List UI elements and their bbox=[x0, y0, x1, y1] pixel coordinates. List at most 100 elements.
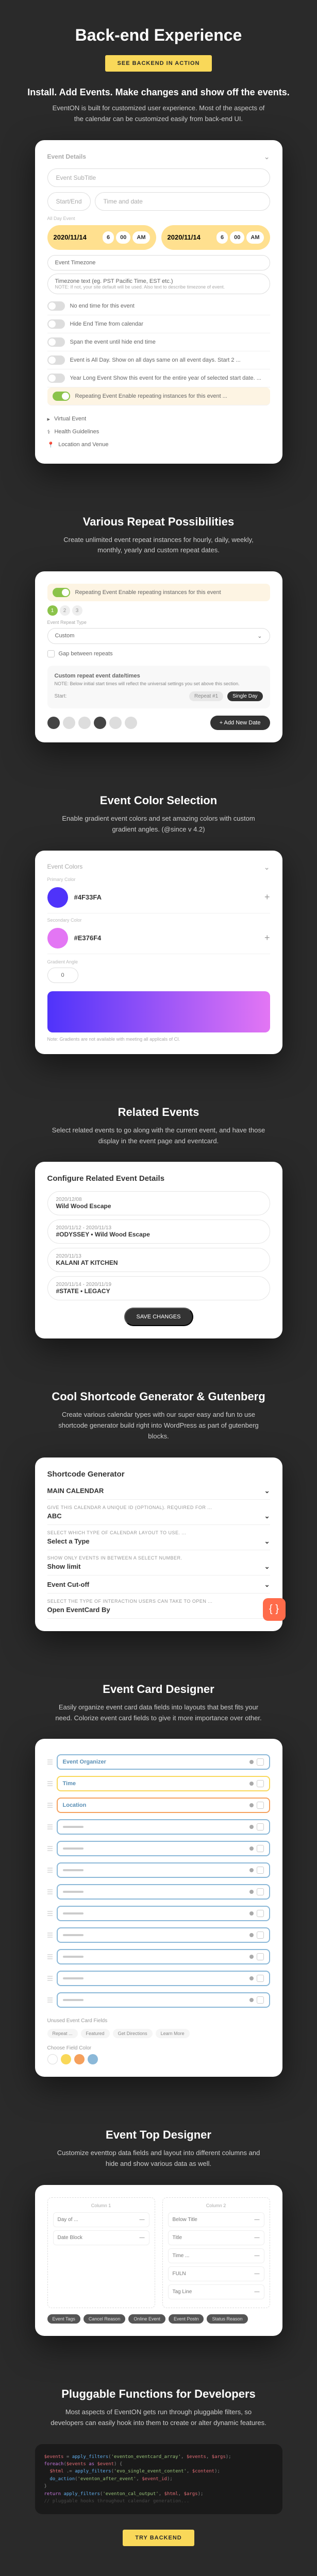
designer-row[interactable] bbox=[47, 1946, 270, 1968]
dot-5[interactable] bbox=[109, 717, 122, 729]
step-2[interactable]: 2 bbox=[60, 605, 70, 616]
collapse-icon[interactable]: ⌄ bbox=[264, 152, 270, 161]
designer-row[interactable]: Location bbox=[47, 1794, 270, 1816]
drag-handle-icon[interactable] bbox=[47, 1889, 53, 1894]
sc-field-value[interactable]: Event Cut-off⌄ bbox=[47, 1581, 270, 1594]
sc-field-value[interactable]: Show limit⌄ bbox=[47, 1563, 270, 1575]
drag-handle-icon[interactable] bbox=[47, 1824, 53, 1829]
colorpick-white[interactable] bbox=[47, 2054, 58, 2064]
top-designer-item[interactable]: Date Block— bbox=[53, 2230, 149, 2245]
top-designer-item[interactable]: Time ...— bbox=[168, 2248, 264, 2263]
try-backend-button[interactable]: TRY BACKEND bbox=[123, 2530, 194, 2546]
hide-icon[interactable]: — bbox=[140, 2235, 145, 2241]
end-hour[interactable]: 6 bbox=[216, 231, 228, 244]
drag-handle-icon[interactable] bbox=[47, 1976, 53, 1981]
unused-field-pill[interactable]: Get Directions bbox=[113, 2029, 153, 2038]
drag-handle-icon[interactable] bbox=[47, 1759, 53, 1765]
related-event-row[interactable]: 2020/11/12 - 2020/11/13#ODYSSEY • Wild W… bbox=[47, 1219, 270, 1244]
hide-icon[interactable]: — bbox=[255, 2253, 260, 2259]
sc-field-value[interactable]: Open EventCard By⌄ bbox=[47, 1606, 270, 1619]
sc-field-value[interactable]: Select a Type⌄ bbox=[47, 1537, 270, 1550]
unused-field-pill[interactable]: Repeat ... bbox=[47, 2029, 78, 2038]
visibility-checkbox[interactable] bbox=[257, 1975, 264, 1982]
designer-row[interactable] bbox=[47, 1816, 270, 1838]
hide-icon[interactable]: — bbox=[255, 2217, 260, 2223]
start-min[interactable]: 00 bbox=[116, 231, 130, 244]
designer-row[interactable]: Event Organizer bbox=[47, 1751, 270, 1773]
visibility-checkbox[interactable] bbox=[257, 1867, 264, 1874]
hide-icon[interactable]: — bbox=[255, 2271, 260, 2277]
primary-swatch[interactable] bbox=[47, 887, 68, 908]
angle-input[interactable]: 0 bbox=[47, 968, 78, 983]
sc-field-value[interactable]: ABC⌄ bbox=[47, 1512, 270, 1525]
visibility-checkbox[interactable] bbox=[257, 1802, 264, 1809]
color-dot-icon[interactable] bbox=[249, 1976, 254, 1980]
top-designer-item[interactable]: Title— bbox=[168, 2230, 264, 2245]
primary-plus-icon[interactable]: + bbox=[264, 892, 270, 903]
allday-toggle[interactable] bbox=[47, 355, 65, 365]
unused-field-pill[interactable]: Featured bbox=[81, 2029, 110, 2038]
color-dot-icon[interactable] bbox=[249, 1890, 254, 1894]
colorpick-orange[interactable] bbox=[74, 2054, 85, 2064]
start-date-box[interactable]: 6 00 AM bbox=[47, 225, 156, 250]
dot-3[interactable] bbox=[78, 717, 91, 729]
timezone-desc-input[interactable]: Timezone text (eg. PST Pacific Time, EST… bbox=[47, 274, 270, 294]
drag-handle-icon[interactable] bbox=[47, 1803, 53, 1808]
drag-handle-icon[interactable] bbox=[47, 1846, 53, 1851]
drag-handle-icon[interactable] bbox=[47, 1997, 53, 2003]
start-ampm[interactable]: AM bbox=[132, 231, 149, 244]
colors-collapse-icon[interactable]: ⌄ bbox=[264, 863, 270, 872]
end-date-box[interactable]: 6 00 AM bbox=[161, 225, 270, 250]
end-date-input[interactable] bbox=[168, 233, 209, 241]
end-ampm[interactable]: AM bbox=[246, 231, 263, 244]
visibility-checkbox[interactable] bbox=[257, 1823, 264, 1831]
color-dot-icon[interactable] bbox=[249, 1955, 254, 1959]
drag-handle-icon[interactable] bbox=[47, 1781, 53, 1786]
designer-row[interactable] bbox=[47, 1968, 270, 1989]
drag-handle-icon[interactable] bbox=[47, 1868, 53, 1873]
color-dot-icon[interactable] bbox=[249, 1911, 254, 1916]
top-designer-tag[interactable]: Event Tags bbox=[47, 2314, 80, 2324]
subtitle-input[interactable]: Event SubTitle bbox=[47, 168, 270, 187]
visibility-checkbox[interactable] bbox=[257, 1758, 264, 1766]
repeat-toggle[interactable] bbox=[53, 392, 70, 401]
gap-checkbox[interactable] bbox=[47, 650, 55, 657]
color-dot-icon[interactable] bbox=[249, 1868, 254, 1872]
top-designer-item[interactable]: Day of ...— bbox=[53, 2212, 149, 2227]
colorpick-blue[interactable] bbox=[88, 2054, 98, 2064]
visibility-checkbox[interactable] bbox=[257, 1780, 264, 1787]
see-backend-button[interactable]: SEE BACKEND IN ACTION bbox=[105, 55, 212, 72]
related-event-row[interactable]: 2020/11/14 - 2020/11/19#STATE • LEGACY bbox=[47, 1276, 270, 1300]
hide-icon[interactable]: — bbox=[140, 2217, 145, 2223]
color-dot-icon[interactable] bbox=[249, 1846, 254, 1851]
location-label[interactable]: Location and Venue bbox=[58, 442, 108, 448]
hide-icon[interactable]: — bbox=[255, 2235, 260, 2241]
end-min[interactable]: 00 bbox=[230, 231, 244, 244]
colorpick-yellow[interactable] bbox=[61, 2054, 71, 2064]
related-event-row[interactable]: 2020/12/08Wild Wood Escape bbox=[47, 1191, 270, 1215]
designer-row[interactable] bbox=[47, 1881, 270, 1903]
color-dot-icon[interactable] bbox=[249, 1825, 254, 1829]
timezone-select[interactable]: Event Timezone bbox=[47, 255, 270, 270]
repeat-type-select[interactable]: Custom⌄ bbox=[47, 628, 270, 644]
virtual-event-label[interactable]: Virtual Event bbox=[54, 416, 86, 422]
designer-row[interactable] bbox=[47, 1903, 270, 1924]
dot-1[interactable] bbox=[47, 717, 60, 729]
color-dot-icon[interactable] bbox=[249, 1803, 254, 1807]
no-end-toggle[interactable] bbox=[47, 301, 65, 311]
designer-row[interactable] bbox=[47, 1924, 270, 1946]
unused-field-pill[interactable]: Learn More bbox=[156, 2029, 190, 2038]
top-designer-tag[interactable]: Status Reason bbox=[207, 2314, 247, 2324]
top-designer-item[interactable]: Below Title— bbox=[168, 2212, 264, 2227]
repeat-card-toggle[interactable] bbox=[53, 588, 70, 597]
start-date-input[interactable] bbox=[54, 233, 95, 241]
color-dot-icon[interactable] bbox=[249, 1760, 254, 1764]
top-designer-item[interactable]: FULN— bbox=[168, 2266, 264, 2281]
visibility-checkbox[interactable] bbox=[257, 1931, 264, 1939]
secondary-swatch[interactable] bbox=[47, 928, 68, 948]
span-toggle[interactable] bbox=[47, 337, 65, 347]
drag-handle-icon[interactable] bbox=[47, 1954, 53, 1959]
designer-row[interactable] bbox=[47, 1838, 270, 1859]
dot-2[interactable] bbox=[63, 717, 75, 729]
drag-handle-icon[interactable] bbox=[47, 1933, 53, 1938]
